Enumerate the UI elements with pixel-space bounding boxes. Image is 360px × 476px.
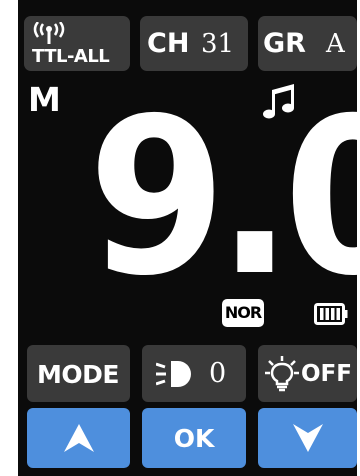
wireless-mode-label: TTL-ALL <box>32 46 110 67</box>
ok-button[interactable]: OK <box>142 408 246 468</box>
flash-display-screen: TTL-ALL CH 31 GR A M 9.0 NOR MODE <box>18 0 357 476</box>
group-label: GR <box>263 28 306 59</box>
beep-toggle-value: OFF <box>301 361 352 387</box>
group-value: A <box>326 29 345 59</box>
ok-button-label: OK <box>173 424 215 453</box>
bulb-icon <box>265 356 299 392</box>
modeling-light-button[interactable]: 0 <box>142 345 246 402</box>
modeling-light-value: 0 <box>209 358 227 389</box>
down-arrow-icon <box>292 424 323 452</box>
device-bezel-left <box>0 0 18 476</box>
down-button[interactable] <box>258 408 357 468</box>
up-arrow-icon <box>63 424 94 452</box>
mode-button[interactable]: MODE <box>27 345 130 402</box>
beep-toggle-button[interactable]: OFF <box>258 345 357 402</box>
modeling-light-icon <box>156 361 191 387</box>
speed-mode-badge: NOR <box>222 299 264 327</box>
power-output-value: 9.0 <box>88 72 357 323</box>
wireless-antenna-icon <box>33 22 65 44</box>
group-indicator[interactable]: GR A <box>258 16 357 71</box>
channel-indicator[interactable]: CH 31 <box>140 16 248 71</box>
battery-full-icon <box>314 303 348 325</box>
wireless-mode-indicator: TTL-ALL <box>24 16 130 71</box>
channel-label: CH <box>147 28 190 59</box>
flash-mode-letter: M <box>28 80 61 119</box>
channel-value: 31 <box>201 29 235 59</box>
up-button[interactable] <box>27 408 130 468</box>
mode-button-label: MODE <box>37 360 119 389</box>
